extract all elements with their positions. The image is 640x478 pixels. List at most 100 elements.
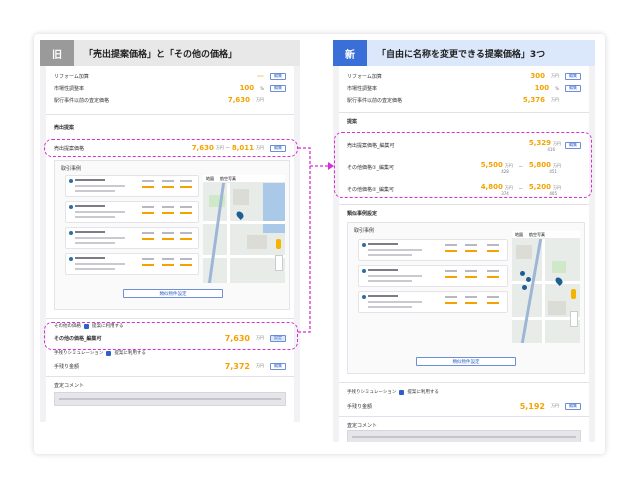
map-marker-icon[interactable] <box>520 271 525 276</box>
section-title: 類似事例設定 <box>347 211 378 217</box>
divider <box>339 112 589 113</box>
net-row: 手残り金額 5,192 万円 編集 <box>347 400 581 412</box>
edit-button[interactable]: 編集 <box>270 84 286 92</box>
section-title: 売出提案 <box>54 125 75 131</box>
row-value: 7,372 <box>224 361 250 371</box>
row-value: 300 <box>530 72 545 80</box>
new-tag: 新 <box>333 40 367 66</box>
row-label: 市場性調整率 <box>54 85 85 92</box>
edit-button[interactable]: 編集 <box>565 402 581 410</box>
map-tab[interactable]: 地図 <box>515 232 523 238</box>
row-label: 駅行事件以前の査定価格 <box>347 97 403 104</box>
map-pin-icon[interactable] <box>235 210 245 220</box>
comment-label: 査定コメント <box>347 423 378 429</box>
comment-textarea[interactable] <box>347 430 581 442</box>
new-title: 「自由に名称を変更できる提案価格」3つ <box>367 40 595 66</box>
row-value: 7,630 <box>227 96 250 104</box>
satellite-tab[interactable]: 航空写真 <box>529 232 545 238</box>
cases-panel: 取引事例 地図 航空写真 類似物件設定 <box>54 160 290 310</box>
pegman-icon[interactable] <box>571 289 576 299</box>
highlight-old-proposal <box>44 139 298 157</box>
new-row-market: 市場性調整率 100 % 編集 <box>347 82 581 94</box>
sim-label: 手残りシミュレーション <box>54 351 104 356</box>
old-row-market: 市場性調整率 100 % 編集 <box>54 82 286 94</box>
listing-item[interactable] <box>358 265 508 287</box>
map-view[interactable]: 地図 航空写真 <box>203 175 285 283</box>
new-header: 新 「自由に名称を変更できる提案価格」3つ <box>333 40 595 66</box>
comment-textarea[interactable] <box>54 392 286 406</box>
similar-property-button[interactable]: 類似物件設定 <box>123 289 223 298</box>
old-tag: 旧 <box>40 40 74 66</box>
row-value: 5,192 <box>519 401 545 411</box>
listing-item[interactable] <box>358 239 508 261</box>
new-row-assess: 駅行事件以前の査定価格 5,376 万円 <box>347 94 581 106</box>
divider <box>46 318 294 319</box>
comment-label: 査定コメント <box>54 383 85 389</box>
zoom-control[interactable] <box>275 255 283 271</box>
cases-label: 取引事例 <box>61 166 82 172</box>
old-row-reform: リフォーム加算 — 編集 <box>54 70 286 82</box>
checkbox-label: 提案に利用する <box>407 390 439 395</box>
map-tab[interactable]: 地図 <box>206 176 214 182</box>
listing-item[interactable] <box>65 201 199 223</box>
cases-panel: 取引事例 地図 航空写真 類似物件設定 <box>347 222 585 374</box>
similar-property-button[interactable]: 類似物件設定 <box>416 357 516 366</box>
old-screen-content: リフォーム加算 — 編集 市場性調整率 100 % 編集 駅行事件以前の査定価格… <box>46 66 294 422</box>
map-view[interactable]: 地図 航空写真 <box>512 231 580 343</box>
sim-label: 手残りシミュレーション <box>347 390 397 395</box>
checkbox-label: 提案に利用する <box>114 351 146 356</box>
row-value: 100 <box>534 84 550 92</box>
cases-label: 取引事例 <box>354 228 375 234</box>
old-screen: リフォーム加算 — 編集 市場性調整率 100 % 編集 駅行事件以前の査定価格… <box>40 66 300 422</box>
satellite-tab[interactable]: 航空写真 <box>220 176 236 182</box>
row-unit: 万円 <box>551 403 559 408</box>
row-unit: 万円 <box>551 97 559 102</box>
row-unit: 万円 <box>256 97 264 102</box>
row-unit: 万円 <box>256 363 264 368</box>
highlight-new-proposals <box>334 132 592 198</box>
map-pin-icon[interactable] <box>554 276 564 286</box>
net-row: 手残り金額 7,372 万円 編集 <box>54 360 286 372</box>
section-title: 提案 <box>347 119 358 125</box>
old-header: 旧 「売出提案価格」と「その他の価格」 <box>40 40 300 66</box>
checkbox[interactable] <box>106 350 112 356</box>
checkbox[interactable] <box>399 389 405 395</box>
divider <box>46 376 294 377</box>
sim-header: 手残りシミュレーション 提案に利用する <box>347 386 581 398</box>
new-screen: リフォーム加算 300 万円 編集 市場性調整率 100 % 編集 駅行事件以前… <box>333 66 595 442</box>
connector-arrow-icon <box>298 147 334 333</box>
divider <box>339 416 589 417</box>
row-label: 手残り金額 <box>347 403 373 410</box>
row-value: 5,376 <box>522 96 545 104</box>
listing-item[interactable] <box>65 175 199 197</box>
row-value: 100 <box>239 84 255 92</box>
row-label: 手残り金額 <box>54 363 80 370</box>
row-unit: % <box>260 85 264 91</box>
row-value: — <box>257 72 264 80</box>
map-marker-icon[interactable] <box>522 285 527 290</box>
edit-button[interactable]: 編集 <box>270 72 286 80</box>
old-title: 「売出提案価格」と「その他の価格」 <box>74 40 300 66</box>
row-unit: % <box>555 85 559 91</box>
page: 旧 「売出提案価格」と「その他の価格」 新 「自由に名称を変更できる提案価格」3… <box>0 0 640 478</box>
row-label: リフォーム加算 <box>54 73 89 80</box>
listing-item[interactable] <box>65 253 199 275</box>
edit-button[interactable]: 編集 <box>270 362 286 370</box>
pegman-icon[interactable] <box>276 239 281 249</box>
old-row-assess: 駅行事件以前の査定価格 7,630 万円 <box>54 94 286 106</box>
row-label: 市場性調整率 <box>347 85 378 92</box>
divider <box>339 382 589 383</box>
divider <box>339 204 589 205</box>
map-marker-icon[interactable] <box>526 277 531 282</box>
new-screen-content: リフォーム加算 300 万円 編集 市場性調整率 100 % 編集 駅行事件以前… <box>339 66 589 442</box>
listing-item[interactable] <box>65 227 199 249</box>
edit-button[interactable]: 編集 <box>565 72 581 80</box>
new-row-reform: リフォーム加算 300 万円 編集 <box>347 70 581 82</box>
row-label: 駅行事件以前の査定価格 <box>54 97 110 104</box>
zoom-control[interactable] <box>570 311 578 327</box>
row-unit: 万円 <box>551 73 559 78</box>
divider <box>46 114 294 115</box>
row-label: リフォーム加算 <box>347 73 382 80</box>
listing-item[interactable] <box>358 291 508 313</box>
edit-button[interactable]: 編集 <box>565 84 581 92</box>
